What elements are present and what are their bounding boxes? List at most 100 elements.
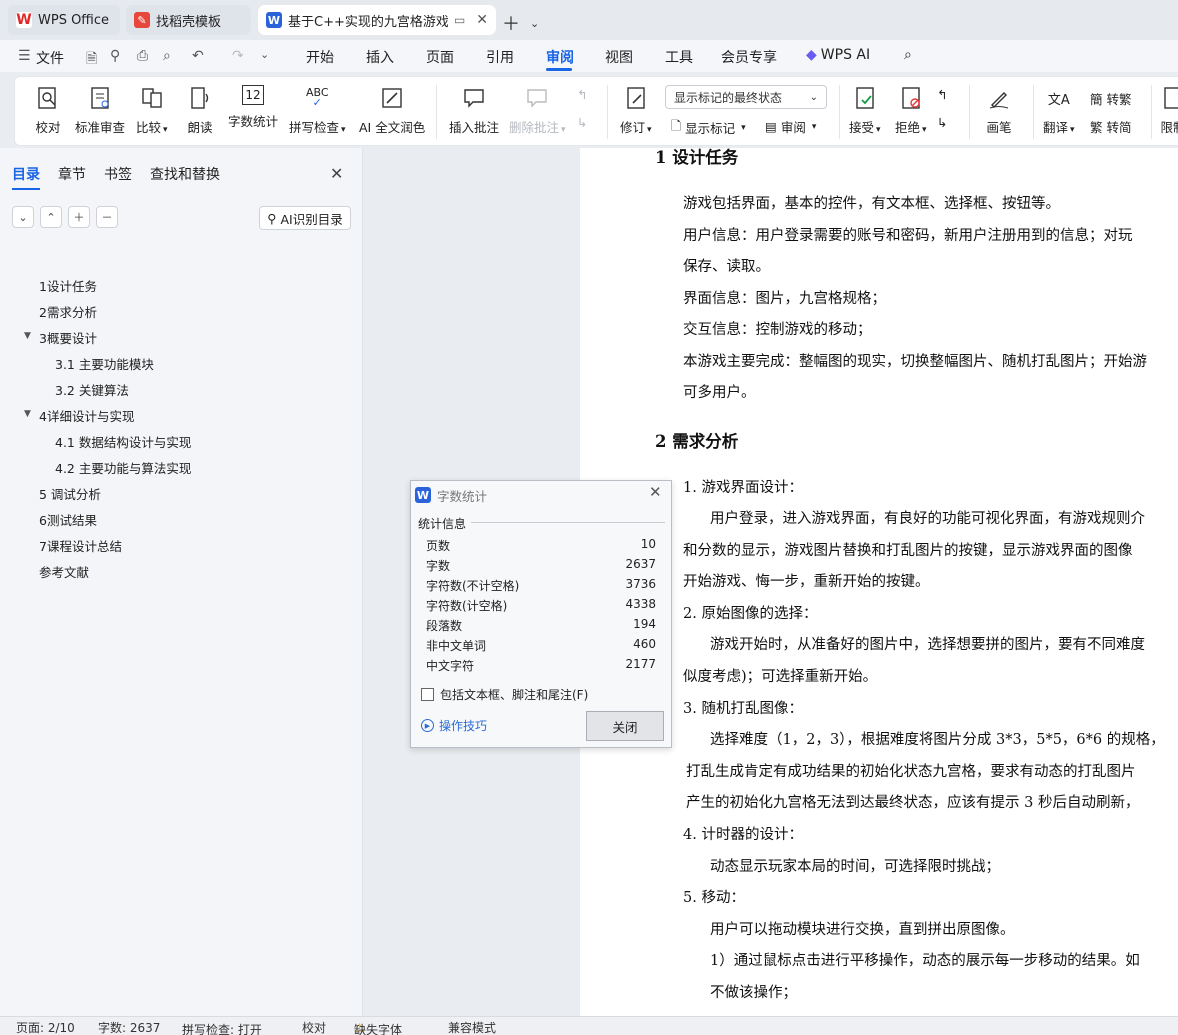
toc-item[interactable]: 3.1 主要功能模块: [55, 354, 154, 373]
toc-item[interactable]: 4.1 数据结构设计与实现: [55, 432, 191, 451]
close-icon[interactable]: ✕: [472, 12, 488, 28]
to-traditional-button[interactable]: 簡转繁: [1090, 89, 1132, 108]
tab-templates[interactable]: ✎ 找稻壳模板: [126, 5, 251, 35]
close-icon[interactable]: ✕: [649, 483, 662, 501]
heading: 1 设计任务: [655, 148, 739, 167]
restrict-editing-button[interactable]: 限制: [1160, 85, 1178, 136]
delete-comment-icon: [524, 85, 550, 111]
insert-comment-button[interactable]: 插入批注: [449, 85, 499, 136]
menu-tools[interactable]: 工具: [665, 47, 693, 67]
word-count-button[interactable]: 12 字数统计: [228, 85, 278, 130]
stat-row: 段落数 194: [426, 617, 656, 633]
paragraph-line: 开始游戏、悔一步，重新开始的按键。: [683, 574, 930, 590]
read-aloud-icon: [187, 85, 213, 111]
checkbox-box[interactable]: [421, 688, 434, 701]
print-preview-icon[interactable]: ⌕: [163, 48, 171, 64]
read-aloud-button[interactable]: 朗读: [187, 85, 213, 136]
play-icon: ▶: [421, 719, 434, 732]
collapse-button[interactable]: ⌄: [12, 206, 34, 228]
paragraph-line: 可多用户。: [683, 385, 756, 401]
translate-button[interactable]: 文A 翻译 ▾: [1043, 85, 1075, 136]
divider: [969, 85, 970, 139]
active-menu-indicator: [546, 68, 572, 71]
ai-polish-button[interactable]: AI 全文润色: [359, 85, 425, 136]
menu-wps-ai[interactable]: ◆ WPS AI: [806, 47, 870, 63]
menu-references[interactable]: 引用: [486, 47, 514, 67]
track-changes-button[interactable]: 修订 ▾: [620, 85, 652, 136]
menu-membership[interactable]: 会员专享: [721, 47, 777, 67]
markup-display-select[interactable]: 显示标记的最终状态 ⌄: [665, 85, 827, 109]
menu-page[interactable]: 页面: [426, 47, 454, 67]
to-simplified-button[interactable]: 繁转简: [1090, 117, 1132, 136]
new-tab-icon[interactable]: ＋: [502, 10, 520, 36]
wps-logo-icon: W: [16, 12, 32, 28]
tab-wps-office[interactable]: W WPS Office: [8, 5, 120, 35]
toc-item[interactable]: 7课程设计总结: [39, 536, 122, 555]
close-icon[interactable]: ✕: [330, 164, 343, 183]
accept-button[interactable]: 接受 ▾: [849, 85, 881, 136]
chevron-down-icon[interactable]: ⌄: [530, 17, 539, 30]
tab-sections[interactable]: 章节: [58, 164, 86, 190]
tab-document[interactable]: W 基于C++实现的九宫格游戏的 ▭ ✕: [258, 5, 496, 35]
toc-item[interactable]: 4.2 主要功能与算法实现: [55, 458, 191, 477]
undo-icon[interactable]: ↶: [192, 48, 204, 64]
proof-status[interactable]: 校对: [302, 1019, 326, 1035]
tab-toc[interactable]: 目录: [12, 164, 40, 190]
menu-start[interactable]: 开始: [306, 47, 334, 67]
add-heading-button[interactable]: ＋: [68, 206, 90, 228]
standard-review-button[interactable]: 标准审查: [75, 85, 125, 136]
close-button[interactable]: 关闭: [586, 711, 664, 741]
paragraph-line: 用户信息：用户登录需要的账号和密码，新用户注册用到的信息；对玩: [683, 228, 1133, 244]
print-icon[interactable]: ⎙: [137, 48, 148, 64]
monitor-icon[interactable]: ▭: [454, 13, 465, 27]
key-icon[interactable]: ⚲: [110, 48, 120, 64]
word-count-indicator[interactable]: 字数: 2637: [98, 1019, 160, 1035]
expand-triangle-icon[interactable]: ▼: [24, 409, 31, 419]
tips-link[interactable]: ▶ 操作技巧: [421, 717, 487, 734]
page-indicator[interactable]: 页面: 2/10: [16, 1019, 75, 1035]
word-count-dialog: W 字数统计 ✕ 统计信息 页数 10 字数 2637 字符数(不计空格) 3736 …: [410, 480, 672, 748]
file-menu[interactable]: 文件: [36, 48, 64, 68]
toc-item[interactable]: 3.2 关键算法: [55, 380, 129, 399]
compare-button[interactable]: 比较 ▾: [136, 85, 168, 136]
remove-heading-button[interactable]: －: [96, 206, 118, 228]
search-icon[interactable]: ⌕: [904, 47, 912, 63]
toc-item[interactable]: 1设计任务: [39, 276, 97, 295]
show-markup-button[interactable]: 🗋 显示标记 ▾: [671, 117, 746, 138]
compat-mode-status[interactable]: 兼容模式: [448, 1019, 496, 1035]
heading: 2 需求分析: [655, 432, 739, 451]
toc-item[interactable]: 5 调试分析: [39, 484, 101, 503]
toc-item[interactable]: 6测试结果: [39, 510, 97, 529]
ai-toc-button[interactable]: ⚲ AI识别目录: [259, 206, 351, 230]
previous-change-icon[interactable]: ↰: [937, 87, 947, 102]
save-icon[interactable]: 🗎: [86, 48, 97, 72]
chevron-down-icon[interactable]: ⌄: [260, 48, 269, 61]
reject-button[interactable]: 拒绝 ▾: [895, 85, 927, 136]
pen-button[interactable]: 画笔: [986, 85, 1012, 136]
tab-bookmarks[interactable]: 书签: [104, 164, 132, 190]
stat-row: 字数 2637: [426, 557, 656, 573]
chevron-down-icon: ⌄: [18, 210, 28, 224]
divider: [436, 85, 437, 139]
spell-check-button[interactable]: ABC ✓ 拼写检查 ▾: [289, 85, 346, 136]
include-textbox-checkbox[interactable]: 包括文本框、脚注和尾注(F): [421, 686, 588, 703]
toc-item[interactable]: 3概要设计: [39, 328, 97, 347]
toc-item[interactable]: 2需求分析: [39, 302, 97, 321]
toc-item[interactable]: 4详细设计与实现: [39, 406, 134, 425]
delete-comment-button[interactable]: 删除批注 ▾: [509, 85, 566, 136]
tab-label: 找稻壳模板: [156, 14, 222, 30]
expand-button[interactable]: ⌃: [40, 206, 62, 228]
expand-triangle-icon[interactable]: ▼: [24, 331, 31, 341]
review-pane-button[interactable]: ▤ 审阅 ▾: [765, 117, 816, 136]
toc-item[interactable]: 参考文献: [39, 562, 89, 581]
menu-icon[interactable]: ☰: [18, 48, 31, 64]
previous-comment-icon[interactable]: ↰: [577, 87, 587, 102]
next-comment-icon[interactable]: ↳: [577, 115, 587, 130]
tab-find-replace[interactable]: 查找和替换: [150, 164, 220, 190]
menu-review[interactable]: 审阅: [546, 47, 574, 67]
proof-button[interactable]: 校对: [35, 85, 61, 136]
next-change-icon[interactable]: ↳: [937, 115, 947, 130]
redo-icon[interactable]: ↷: [232, 48, 244, 64]
menu-view[interactable]: 视图: [605, 47, 633, 67]
menu-insert[interactable]: 插入: [366, 47, 394, 67]
